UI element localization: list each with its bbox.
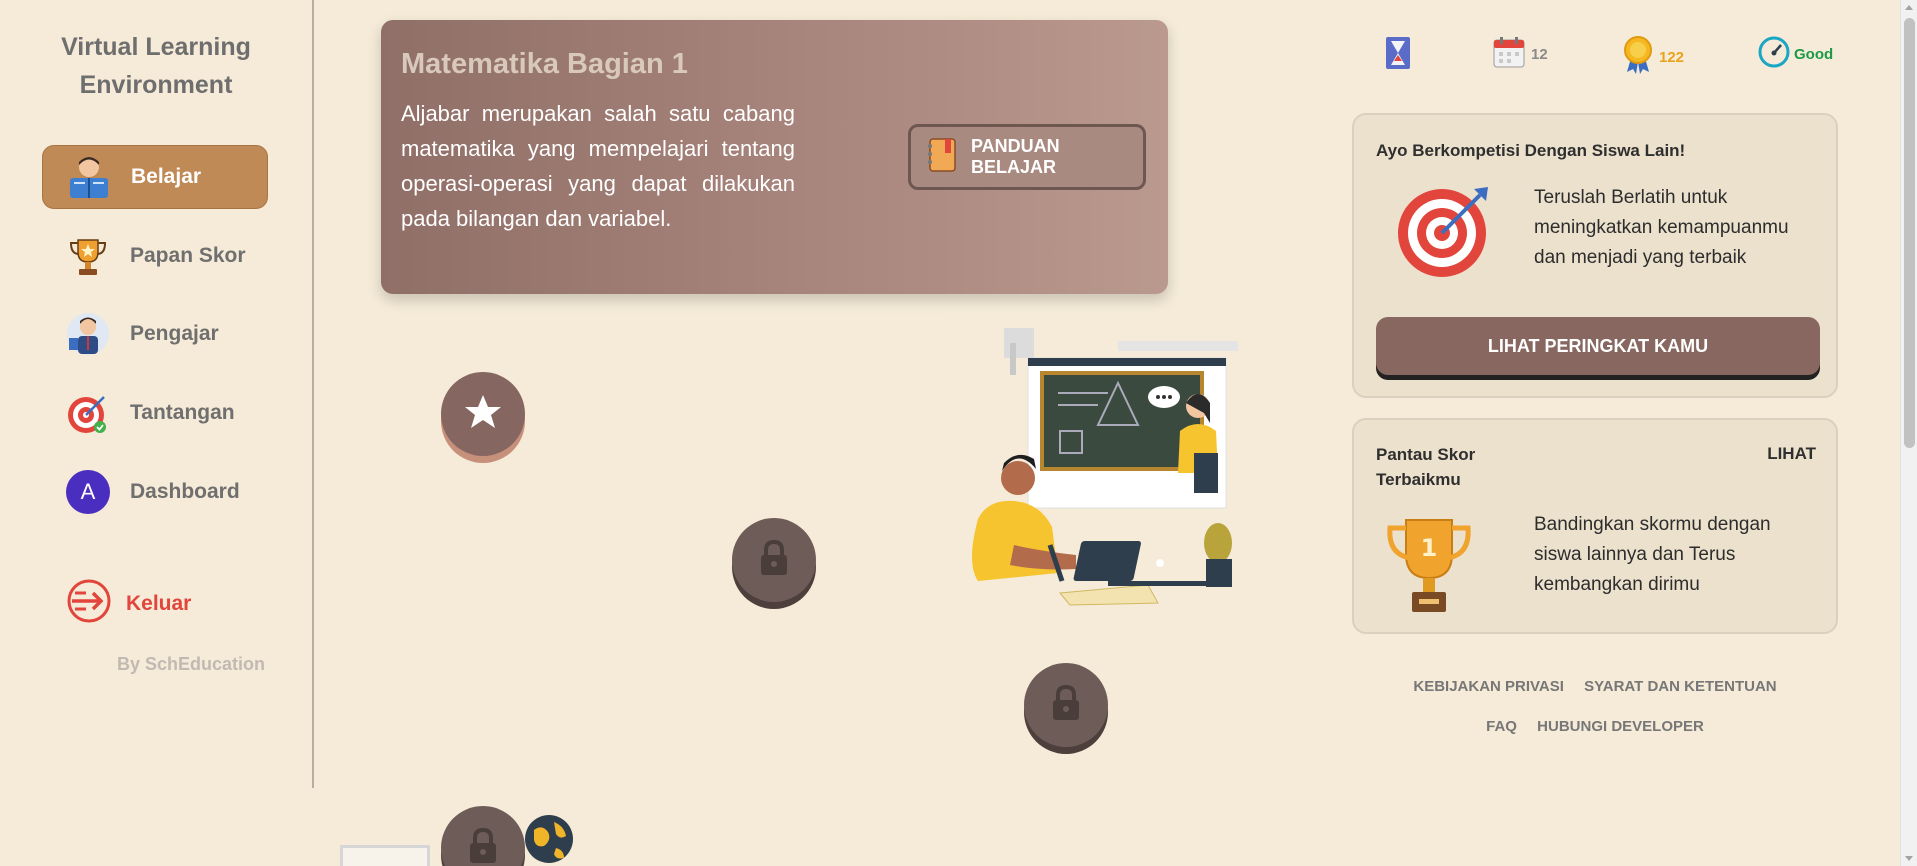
lesson-node-locked[interactable] <box>441 806 525 866</box>
lesson-node-locked[interactable] <box>732 518 816 602</box>
avatar: A <box>66 470 110 514</box>
lock-icon <box>466 827 500 866</box>
terms-link[interactable]: SYARAT DAN KETENTUAN <box>1584 678 1777 695</box>
lock-icon <box>1049 684 1083 727</box>
teacher-icon <box>64 310 112 358</box>
study-guide-label: PANDUAN BELAJAR <box>971 136 1060 177</box>
logout-button[interactable]: Keluar <box>66 578 191 629</box>
study-guide-button[interactable]: PANDUAN BELAJAR <box>908 124 1146 190</box>
sidebar-item-label: Belajar <box>131 165 202 188</box>
sidebar-item-label: Dashboard <box>130 480 240 503</box>
compete-card-text: Teruslah Berlatih untuk meningkatkan kem… <box>1534 187 1789 268</box>
calendar-icon <box>1493 36 1525 72</box>
trophy-icon <box>64 232 112 280</box>
app-brand: Virtual Learning Environment <box>0 28 312 104</box>
speedometer-icon <box>1758 36 1790 72</box>
sidebar-item-papan-skor[interactable]: Papan Skor <box>42 224 268 288</box>
student-reading-icon <box>65 153 113 201</box>
target-icon <box>1396 183 1492 284</box>
classroom-illustration <box>948 313 1238 618</box>
lesson-node-completed[interactable] <box>441 372 525 456</box>
notebook-icon <box>923 136 961 179</box>
status-value: Good <box>1794 45 1834 63</box>
sidebar-item-belajar[interactable]: Belajar <box>42 145 268 209</box>
sidebar-item-tantangan[interactable]: Tantangan <box>42 381 268 445</box>
sidebar-item-label: Tantangan <box>130 401 235 424</box>
avatar-wrapper: A <box>64 468 112 516</box>
view-ranking-button[interactable]: LIHAT PERINGKAT KAMU <box>1376 317 1820 375</box>
footer-links-row-1: KEBIJAKAN PRIVASI SYARAT DAN KETENTUAN <box>1352 678 1838 695</box>
monitor-illustration <box>340 845 430 866</box>
hourglass-stat[interactable] <box>1384 36 1412 74</box>
best-score-card-title: Pantau Skor Terbaikmu <box>1376 445 1476 489</box>
trophy-icon: 1 <box>1384 514 1474 623</box>
sidebar-item-label: Pengajar <box>130 322 219 345</box>
hourglass-icon <box>1384 36 1412 74</box>
logout-icon <box>66 578 112 629</box>
scrollbar-thumb[interactable] <box>1904 18 1915 448</box>
compete-card-title: Ayo Berkompetisi Dengan Siswa Lain! <box>1376 141 1686 160</box>
best-score-card-text: Bandingkan skormu dengan siswa lainnya d… <box>1534 514 1771 595</box>
svg-text:1: 1 <box>1421 534 1438 562</box>
lesson-node-locked[interactable] <box>1024 663 1108 747</box>
logout-label: Keluar <box>126 591 192 615</box>
medal-icon <box>1623 36 1653 78</box>
brand-line-1: Virtual Learning <box>61 33 251 61</box>
footer-links-row-2: FAQ HUBUNGI DEVELOPER <box>1352 718 1838 735</box>
brand-line-2: Environment <box>79 71 233 99</box>
sidebar-item-dashboard[interactable]: A Dashboard <box>42 460 268 524</box>
scroll-down-arrow-icon[interactable] <box>1905 856 1913 861</box>
contact-developer-link[interactable]: HUBUNGI DEVELOPER <box>1537 718 1704 735</box>
streak-stat[interactable]: 12 <box>1493 36 1548 72</box>
streak-value: 12 <box>1531 45 1548 63</box>
lesson-header-card: Matematika Bagian 1 Aljabar merupakan sa… <box>381 20 1168 294</box>
sidebar: Virtual Learning Environment Belajar Pap… <box>0 0 314 788</box>
scroll-up-arrow-icon[interactable] <box>1905 5 1913 10</box>
view-score-link[interactable]: LIHAT <box>1767 444 1816 464</box>
lesson-description: Aljabar merupakan salah satu cabang mate… <box>401 101 795 231</box>
lock-icon <box>757 539 791 582</box>
status-stat[interactable]: Good <box>1758 36 1833 72</box>
sidebar-item-label: Papan Skor <box>130 244 246 267</box>
compete-card: Ayo Berkompetisi Dengan Siswa Lain! Teru… <box>1352 113 1838 398</box>
vertical-scrollbar[interactable] <box>1900 0 1917 866</box>
privacy-policy-link[interactable]: KEBIJAKAN PRIVASI <box>1413 678 1564 695</box>
best-score-card: Pantau Skor Terbaikmu LIHAT 1 Bandingkan… <box>1352 418 1838 634</box>
byline: By SchEducation <box>117 654 266 674</box>
sidebar-item-pengajar[interactable]: Pengajar <box>42 302 268 366</box>
target-icon <box>64 389 112 437</box>
star-icon <box>463 392 503 437</box>
points-stat[interactable]: 122 <box>1623 36 1684 78</box>
lesson-title: Matematika Bagian 1 <box>401 48 688 80</box>
points-value: 122 <box>1659 48 1685 66</box>
faq-link[interactable]: FAQ <box>1486 718 1517 735</box>
globe-illustration <box>520 810 578 866</box>
